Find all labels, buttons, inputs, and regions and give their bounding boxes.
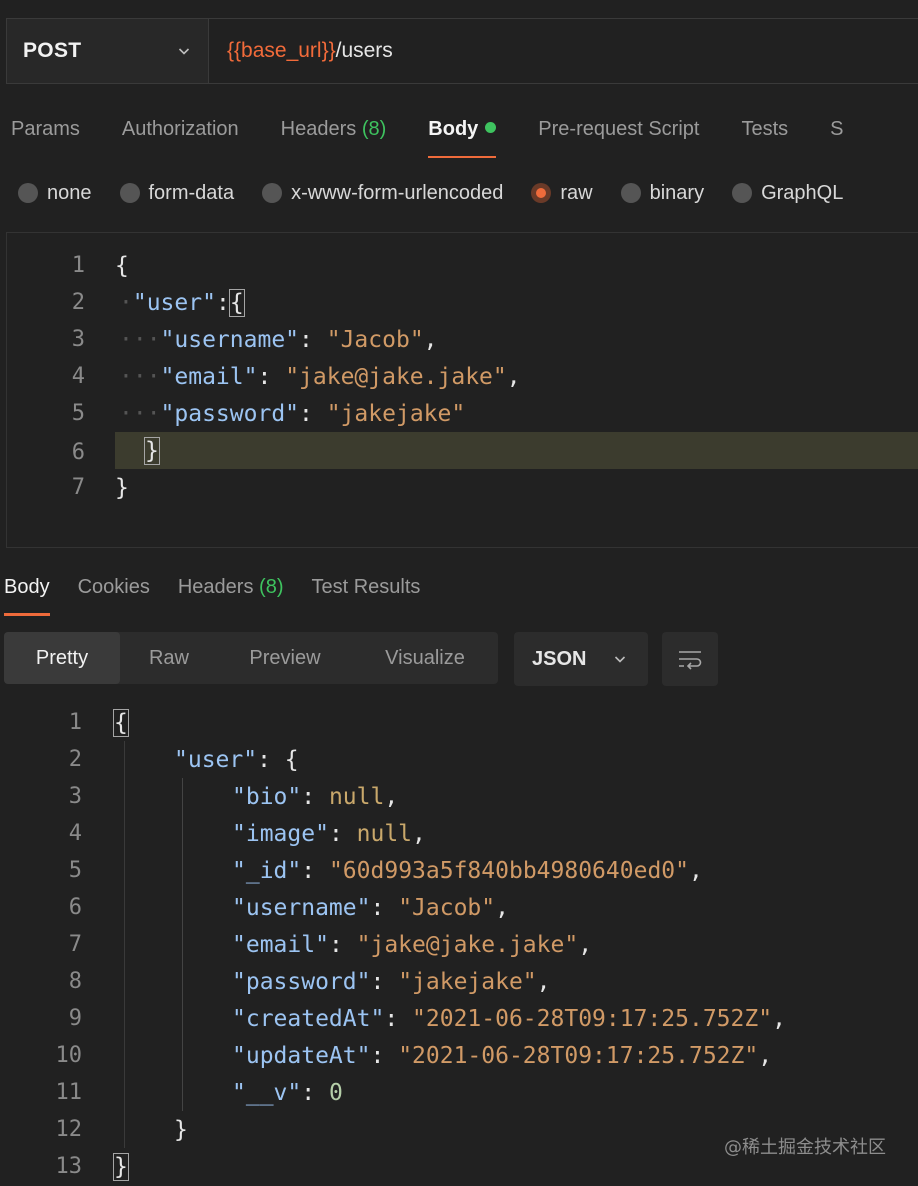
code-line: 2 "user": { xyxy=(68,746,299,773)
response-tab-headers[interactable]: Headers (8) xyxy=(178,566,284,599)
code-line: 5 ···"password": "jakejake" xyxy=(71,400,466,427)
tab-headers[interactable]: Headers (8) xyxy=(281,100,387,141)
format-label: JSON xyxy=(532,647,587,670)
format-select[interactable]: JSON xyxy=(514,632,648,686)
code-line: 3 ···"username": "Jacob", xyxy=(71,326,438,353)
tab-params[interactable]: Params xyxy=(11,100,80,141)
code-line: 1 { xyxy=(71,252,129,279)
chevron-down-icon xyxy=(178,48,190,55)
code-line: 10 "updateAt": "2021-06-28T09:17:25.752Z… xyxy=(55,1042,773,1069)
code-line: 3 "bio": null, xyxy=(68,783,399,810)
tab-body[interactable]: Body xyxy=(428,100,497,158)
tab-authorization[interactable]: Authorization xyxy=(122,100,239,141)
radio-form-data[interactable]: form-data xyxy=(119,182,234,205)
radio-circle-icon xyxy=(620,183,641,203)
radio-x-www-form-urlencoded[interactable]: x-www-form-urlencoded xyxy=(262,182,503,205)
code-line: 11 "__v": 0 xyxy=(55,1079,343,1106)
code-line: 4 ···"email": "jake@jake.jake", xyxy=(71,363,521,390)
view-raw-button[interactable]: Raw xyxy=(120,632,218,684)
method-label: POST xyxy=(23,39,82,62)
radio-circle-icon xyxy=(262,183,283,203)
code-line: 8 "password": "jakejake", xyxy=(68,968,551,995)
code-line: 2 ·"user":{ xyxy=(71,288,245,317)
watermark: @稀土掘金技术社区 xyxy=(724,1137,886,1158)
tab-pre-request-script[interactable]: Pre-request Script xyxy=(538,100,699,141)
body-active-dot-icon xyxy=(485,122,497,133)
code-line: 5 "_id": "60d993a5f840bb4980640ed0", xyxy=(68,857,703,884)
request-tabs: Params Authorization Headers (8) Body Pr… xyxy=(0,100,918,158)
body-type-radios: none form-data x-www-form-urlencoded raw… xyxy=(0,170,918,216)
response-tab-cookies[interactable]: Cookies xyxy=(78,566,150,599)
url-path: /users xyxy=(335,39,393,62)
radio-none[interactable]: none xyxy=(18,182,92,205)
view-mode-group: Pretty Raw Preview Visualize xyxy=(4,632,498,684)
view-visualize-button[interactable]: Visualize xyxy=(352,632,498,684)
url-variable: {{base_url}} xyxy=(227,39,336,62)
method-select[interactable]: POST xyxy=(7,19,209,83)
view-pretty-button[interactable]: Pretty xyxy=(4,632,120,684)
view-preview-button[interactable]: Preview xyxy=(218,632,352,684)
indent-guide xyxy=(124,741,125,1148)
radio-circle-icon xyxy=(732,183,753,203)
wrap-lines-button[interactable] xyxy=(662,632,718,686)
response-headers-count: (8) xyxy=(259,576,284,598)
radio-circle-icon xyxy=(18,183,38,203)
request-url-bar: POST {{base_url}}/users xyxy=(6,18,918,84)
radio-binary[interactable]: binary xyxy=(620,182,704,205)
indent-guide xyxy=(182,778,183,1111)
code-line: 7 } xyxy=(71,474,129,501)
radio-selected-icon xyxy=(531,183,552,203)
tab-tests[interactable]: Tests xyxy=(741,100,788,141)
radio-circle-icon xyxy=(119,183,140,203)
radio-graphql[interactable]: GraphQL xyxy=(732,182,843,205)
chevron-down-icon xyxy=(614,656,626,663)
wrap-lines-icon xyxy=(679,651,702,670)
code-line: 1 { xyxy=(68,708,129,737)
url-input[interactable]: {{base_url}}/users xyxy=(209,19,918,83)
response-tab-test-results[interactable]: Test Results xyxy=(311,566,420,599)
code-line: 4 "image": null, xyxy=(68,820,426,847)
response-body-viewer[interactable]: 1 { 2 "user": { 3 "bio": null, 4 "image"… xyxy=(6,704,918,1186)
tab-settings[interactable]: S xyxy=(830,100,843,141)
response-tabs: Body Cookies Headers (8) Test Results xyxy=(0,566,448,616)
request-body-editor[interactable]: 1 { 2 ·"user":{ 3 ···"username": "Jacob"… xyxy=(6,232,918,548)
headers-count: (8) xyxy=(361,118,387,140)
response-tab-body[interactable]: Body xyxy=(4,566,50,616)
code-line: 9 "createdAt": "2021-06-28T09:17:25.752Z… xyxy=(68,1005,786,1032)
code-line: 6 "username": "Jacob", xyxy=(68,894,509,921)
radio-raw[interactable]: raw xyxy=(531,182,593,205)
code-line: 7 "email": "jake@jake.jake", xyxy=(68,931,593,958)
code-line-current: } xyxy=(115,432,918,469)
